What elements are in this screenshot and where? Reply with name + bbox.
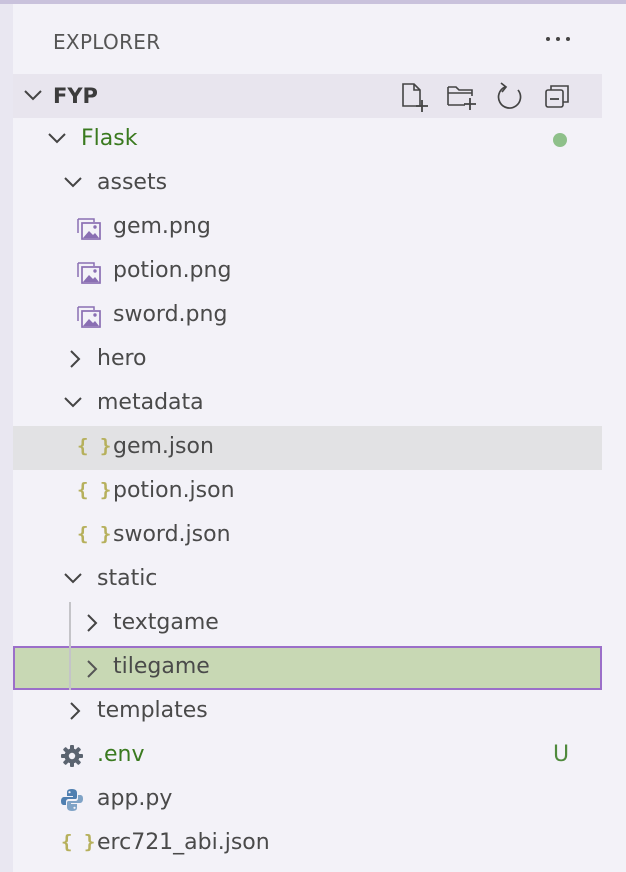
tree-file-gem-json[interactable]: { } gem.json bbox=[13, 426, 602, 470]
gear-icon bbox=[61, 745, 83, 767]
tree-folder-label: metadata bbox=[97, 390, 204, 415]
tree-folder-hero[interactable]: hero bbox=[13, 338, 602, 382]
tree-file-label: gem.json bbox=[113, 434, 214, 459]
tree-file-sword-png[interactable]: sword.png bbox=[13, 294, 602, 338]
explorer-header: EXPLORER bbox=[13, 4, 626, 74]
tree-folder-label: textgame bbox=[113, 610, 219, 635]
tree-folder-tilegame[interactable]: tilegame bbox=[13, 646, 602, 690]
chevron-down-icon[interactable] bbox=[63, 571, 83, 585]
tree-file-label: erc721_abi.json bbox=[97, 830, 270, 855]
workspace-root-row[interactable]: FYP bbox=[13, 74, 602, 118]
explorer-panel: EXPLORER FYP Flask assets gem.png potion… bbox=[13, 4, 626, 872]
json-file-icon: { } bbox=[77, 435, 112, 457]
image-file-icon bbox=[77, 218, 101, 240]
tree-folder-label: hero bbox=[97, 346, 147, 371]
activity-bar-edge bbox=[0, 4, 13, 872]
tree-folder-templates[interactable]: templates bbox=[13, 690, 602, 734]
new-folder-icon[interactable] bbox=[445, 80, 479, 114]
new-file-icon[interactable] bbox=[397, 80, 431, 114]
chevron-right-icon[interactable] bbox=[85, 659, 99, 679]
tree-folder-assets[interactable]: assets bbox=[13, 162, 602, 206]
tree-file-label: gem.png bbox=[113, 214, 211, 239]
tree-folder-label: Flask bbox=[81, 126, 138, 151]
tree-file-erc721-abi-json[interactable]: { } erc721_abi.json bbox=[13, 822, 602, 866]
image-file-icon bbox=[77, 306, 101, 328]
tree-folder-metadata[interactable]: metadata bbox=[13, 382, 602, 426]
chevron-down-icon[interactable] bbox=[47, 131, 67, 145]
chevron-down-icon[interactable] bbox=[23, 88, 43, 102]
tree-file-gem-png[interactable]: gem.png bbox=[13, 206, 602, 250]
tree-file-sword-json[interactable]: { } sword.json bbox=[13, 514, 602, 558]
tree-file-app-py[interactable]: app.py bbox=[13, 778, 602, 822]
chevron-down-icon[interactable] bbox=[63, 395, 83, 409]
tree-file-potion-json[interactable]: { } potion.json bbox=[13, 470, 602, 514]
image-file-icon bbox=[77, 262, 101, 284]
tree-file-label: potion.json bbox=[113, 478, 235, 503]
untracked-badge: U bbox=[553, 742, 570, 767]
tree-file-label: sword.png bbox=[113, 302, 228, 327]
workspace-root-label: FYP bbox=[53, 84, 98, 108]
tree-file-label: sword.json bbox=[113, 522, 231, 547]
tree-folder-label: templates bbox=[97, 698, 208, 723]
tree-folder-label: tilegame bbox=[113, 654, 210, 679]
chevron-right-icon[interactable] bbox=[68, 701, 82, 721]
tree-file-label: app.py bbox=[97, 786, 173, 811]
tree-folder-flask[interactable]: Flask bbox=[13, 118, 602, 162]
chevron-down-icon[interactable] bbox=[63, 175, 83, 189]
indent-guide bbox=[69, 602, 71, 690]
collapse-all-icon[interactable] bbox=[541, 80, 575, 114]
ellipsis-icon[interactable] bbox=[541, 20, 575, 50]
json-file-icon: { } bbox=[77, 523, 112, 545]
tree-file-label: potion.png bbox=[113, 258, 232, 283]
tree-file-env[interactable]: .env U bbox=[13, 734, 602, 778]
tree-file-label: .env bbox=[97, 742, 145, 767]
modified-dot-icon bbox=[553, 133, 567, 147]
tree-folder-label: static bbox=[97, 566, 158, 591]
python-icon bbox=[61, 789, 83, 811]
tree-folder-static[interactable]: static bbox=[13, 558, 602, 602]
explorer-title: EXPLORER bbox=[53, 30, 161, 54]
refresh-icon[interactable] bbox=[493, 80, 527, 114]
chevron-right-icon[interactable] bbox=[68, 349, 82, 369]
chevron-right-icon[interactable] bbox=[85, 613, 99, 633]
tree-file-potion-png[interactable]: potion.png bbox=[13, 250, 602, 294]
json-file-icon: { } bbox=[77, 479, 112, 501]
tree-folder-textgame[interactable]: textgame bbox=[13, 602, 602, 646]
tree-folder-label: assets bbox=[97, 170, 168, 195]
json-file-icon: { } bbox=[61, 831, 96, 853]
